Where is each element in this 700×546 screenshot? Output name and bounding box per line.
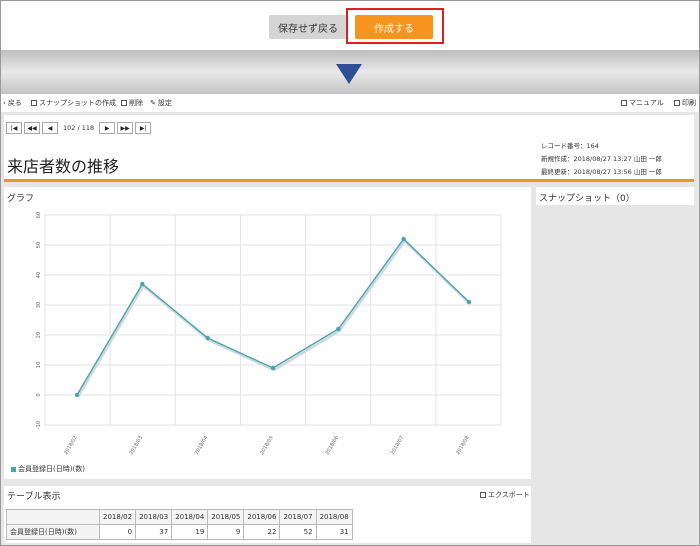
toolbar-delete[interactable]: 削除 bbox=[121, 98, 143, 108]
next-icon[interactable]: ▶ bbox=[99, 122, 116, 134]
toolbar-delete-label: 削除 bbox=[129, 99, 143, 107]
table-cell: 22 bbox=[243, 524, 281, 540]
y-tick-label: 10 bbox=[36, 362, 42, 368]
x-tick-label: 2018/05 bbox=[259, 435, 275, 456]
toolbar-back-label: 戻る bbox=[7, 99, 22, 107]
table-header-cell: 2018/04 bbox=[171, 509, 209, 525]
plot-border bbox=[44, 214, 502, 426]
export-button[interactable]: エクスポート bbox=[480, 490, 530, 500]
printer-icon bbox=[674, 100, 680, 106]
export-label: エクスポート bbox=[488, 491, 530, 499]
data-point bbox=[205, 335, 210, 341]
table-cell: 52 bbox=[279, 524, 317, 540]
down-arrow-icon bbox=[336, 64, 362, 84]
toolbar-snapshot[interactable]: スナップショットの作成 bbox=[31, 98, 116, 108]
data-point bbox=[401, 236, 406, 242]
record-pager: |◀ ◀◀ ◀ 102 / 118 ▶ ▶▶ ▶| bbox=[6, 122, 152, 134]
title-underline bbox=[4, 179, 694, 182]
page-counter: 102 / 118 bbox=[63, 124, 95, 132]
table-header-cell: 2018/02 bbox=[98, 509, 137, 525]
data-point bbox=[140, 281, 145, 287]
export-icon bbox=[480, 492, 486, 498]
table-cell: 0 bbox=[98, 524, 137, 540]
first-page-icon[interactable]: |◀ bbox=[6, 122, 22, 134]
table-header-cell: 2018/06 bbox=[243, 509, 281, 525]
fast-forward-icon[interactable]: ▶▶ bbox=[117, 122, 134, 134]
x-tick-label: 2018/04 bbox=[194, 435, 210, 456]
toolbar-print[interactable]: 印刷 bbox=[674, 98, 696, 108]
toolbar-snapshot-label: スナップショットの作成 bbox=[39, 99, 116, 107]
table-header-row: 2018/02 2018/03 2018/04 2018/05 2018/06 … bbox=[6, 509, 353, 525]
y-tick-label: 30 bbox=[36, 302, 42, 308]
app-toolbar: ‹ 戻る スナップショットの作成 削除 ✎ 設定 マニュアル 印刷 bbox=[1, 95, 699, 111]
graph-title: グラフ bbox=[7, 194, 35, 204]
create-button[interactable]: 作成する bbox=[355, 15, 433, 39]
snapshot-title: スナップショット（0） bbox=[539, 194, 635, 204]
x-tick-label: 2018/02 bbox=[63, 435, 79, 456]
table-header-cell: 2018/03 bbox=[135, 509, 173, 525]
legend-swatch bbox=[11, 466, 16, 472]
table-cell: 37 bbox=[135, 524, 173, 540]
y-tick-label: -10 bbox=[36, 421, 42, 429]
toolbar-manual-label: マニュアル bbox=[629, 99, 664, 107]
data-point bbox=[74, 392, 80, 398]
legend-label: 会員登録日(日時)(数) bbox=[18, 465, 85, 473]
snapshot-panel: スナップショット（0） bbox=[536, 187, 694, 205]
table-cell: 19 bbox=[171, 524, 209, 540]
x-tick-label: 2018/08 bbox=[455, 435, 471, 456]
y-tick-label: 40 bbox=[36, 272, 42, 278]
series-line bbox=[76, 237, 470, 396]
record-number: レコード番号：164 bbox=[541, 142, 599, 150]
data-table: 2018/02 2018/03 2018/04 2018/05 2018/06 … bbox=[6, 509, 353, 540]
table-header-cell: 2018/07 bbox=[279, 509, 317, 525]
toolbar-manual[interactable]: マニュアル bbox=[621, 98, 664, 108]
y-tick-label: 0 bbox=[36, 393, 42, 396]
table-title: テーブル表示 bbox=[7, 492, 61, 502]
y-tick-label: 20 bbox=[36, 332, 42, 338]
series-shadow bbox=[76, 239, 471, 398]
last-page-icon[interactable]: ▶| bbox=[135, 122, 152, 134]
record-updated: 最終更新：2018/08/27 13:56 山田 一郎 bbox=[541, 168, 662, 176]
table-header-cell: 2018/08 bbox=[315, 509, 353, 525]
x-tick-label: 2018/03 bbox=[128, 435, 144, 456]
chart-legend: 会員登録日(日時)(数) bbox=[11, 464, 85, 474]
table-row-label: 会員登録日(日時)(数) bbox=[6, 524, 100, 540]
action-bar: 保存せず戻る 作成する bbox=[1, 1, 699, 49]
page-title: 来店者数の推移 bbox=[7, 157, 120, 176]
rewind-icon[interactable]: ◀◀ bbox=[24, 122, 40, 134]
prev-icon[interactable]: ◀ bbox=[42, 122, 58, 134]
toolbar-settings-label: 設定 bbox=[157, 99, 172, 107]
table-header-cell: 2018/05 bbox=[207, 509, 245, 525]
y-tick-label: 50 bbox=[36, 242, 42, 248]
table-cell: 31 bbox=[315, 524, 353, 540]
table-corner bbox=[6, 509, 100, 525]
record-info: レコード番号：164 新規作成：2018/08/27 13:27 山田 一郎 最… bbox=[541, 140, 662, 179]
back-without-save-button[interactable]: 保存せず戻る bbox=[269, 15, 347, 39]
x-tick-label: 2018/06 bbox=[324, 435, 340, 456]
line-chart: 60 50 40 30 20 10 0 -10 2018/02 2018/03 2018/04 20… bbox=[36, 212, 502, 456]
y-tick-label: 60 bbox=[36, 212, 42, 218]
x-tick-label: 2018/07 bbox=[390, 435, 406, 456]
wrench-icon: ✎ bbox=[150, 99, 156, 107]
toolbar-print-label: 印刷 bbox=[682, 99, 696, 107]
book-icon bbox=[621, 100, 627, 106]
transition-band bbox=[1, 50, 699, 94]
table-row: 会員登録日(日時)(数) 0 37 19 9 22 52 31 bbox=[6, 524, 353, 540]
table-cell: 9 bbox=[207, 524, 245, 540]
data-point bbox=[270, 365, 276, 371]
chevron-left-icon: ‹ bbox=[3, 99, 6, 107]
camera-icon bbox=[31, 100, 37, 106]
toolbar-back[interactable]: ‹ 戻る bbox=[3, 98, 22, 108]
data-point bbox=[466, 299, 472, 305]
record-created: 新規作成：2018/08/27 13:27 山田 一郎 bbox=[541, 155, 662, 163]
toolbar-settings[interactable]: ✎ 設定 bbox=[150, 98, 172, 108]
trash-icon bbox=[121, 100, 127, 106]
data-point bbox=[336, 326, 341, 332]
